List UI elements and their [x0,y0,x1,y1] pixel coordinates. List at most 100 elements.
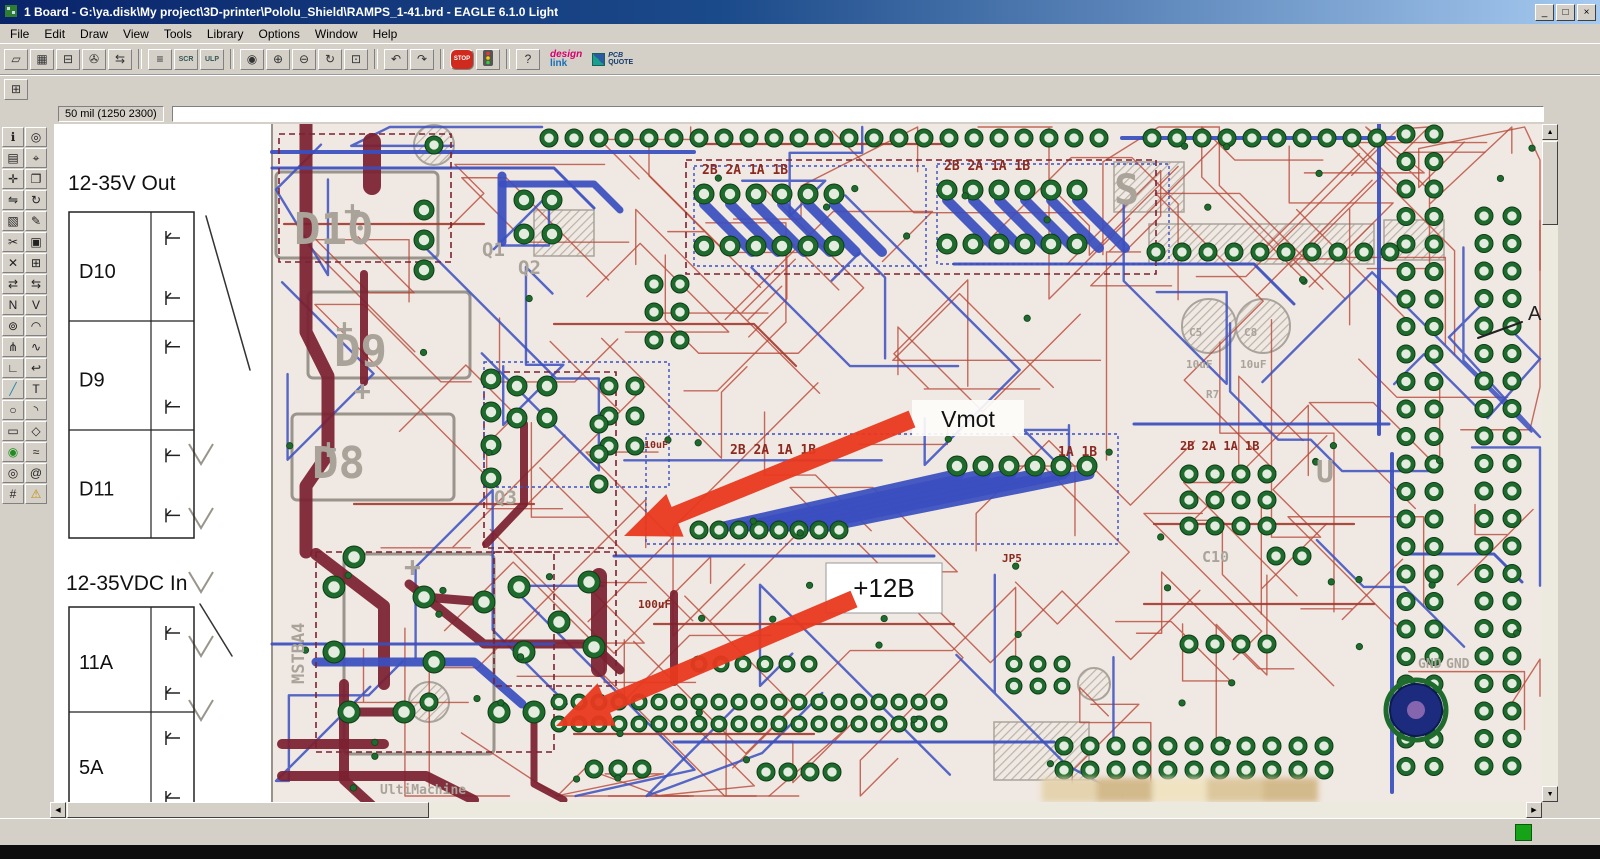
toolbar-separator [230,49,234,69]
menu-edit[interactable]: Edit [37,25,73,43]
attribute-tool[interactable]: @ [25,463,47,483]
value-tool[interactable]: V [25,295,47,315]
scroll-right-button[interactable]: ▶ [1526,802,1542,818]
smash-tool[interactable]: ⊚ [2,316,24,336]
group-tool[interactable]: ▧ [2,211,24,231]
save-button[interactable]: ▦ [30,49,54,70]
designlink-logo[interactable]: design link [550,50,582,68]
svg-text:Q3: Q3 [494,487,517,509]
svg-text:Q2: Q2 [518,257,541,279]
split-tool[interactable]: ⋔ [2,337,24,357]
ripup-tool[interactable]: ↩ [25,358,47,378]
vertical-scrollbar[interactable]: ▲ ▼ [1542,124,1558,802]
horizontal-scroll-thumb[interactable] [67,802,429,818]
board-canvas-wrap[interactable]: D10D9D8Q1Q2Q3SUMSTBA4UltiMachineGNDGNDC1… [54,124,1542,802]
command-line-input[interactable] [172,106,1544,122]
cut-tool[interactable]: ✂ [2,232,24,252]
optimize-tool[interactable]: ∿ [25,337,47,357]
show-tool[interactable]: ◎ [25,127,47,147]
svg-text:10uF: 10uF [644,440,668,451]
via-tool[interactable]: ◉ [2,442,24,462]
scroll-up-button[interactable]: ▲ [1542,124,1558,140]
signal-tool[interactable]: ≈ [25,442,47,462]
svg-text:D9: D9 [79,370,105,392]
wire-tool[interactable]: ╱ [2,379,24,399]
menu-view[interactable]: View [116,25,157,43]
parameter-toolbar: ⊞ [0,74,1600,104]
board-canvas[interactable]: D10D9D8Q1Q2Q3SUMSTBA4UltiMachineGNDGNDC1… [54,124,1542,802]
scroll-left-button[interactable]: ◀ [50,802,66,818]
zoom-fit-button[interactable]: ◉ [240,49,264,70]
toolbar-buttons: ▱▦⊟✇⇆ ≡SCRULP ◉⊕⊖↻⊡ ↶↷ STOP? [4,49,540,70]
svg-text:1A 1B: 1A 1B [1058,445,1097,460]
polygon-tool[interactable]: ◇ [25,421,47,441]
close-button[interactable]: × [1577,4,1596,21]
svg-text:5A: 5A [79,757,104,779]
display-tool[interactable]: ▤ [2,148,24,168]
undo-button[interactable]: ↶ [384,49,408,70]
svg-text:U: U [1316,455,1334,490]
rect-tool[interactable]: ▭ [2,421,24,441]
redo-button[interactable]: ↷ [410,49,434,70]
print-button[interactable]: ⊟ [56,49,80,70]
vertical-scroll-track[interactable] [1542,140,1558,786]
horizontal-scrollbar[interactable]: ◀ ▶ [50,802,1542,818]
menu-window[interactable]: Window [308,25,366,43]
mark-tool[interactable]: ⌖ [25,148,47,168]
run-script-button[interactable]: SCR [174,49,198,70]
pinswap-tool[interactable]: ⇄ [2,274,24,294]
pcbquote-logo[interactable]: PCB QUOTE [592,52,633,66]
stop-button[interactable]: STOP [450,49,474,70]
zoom-in-button[interactable]: ⊕ [266,49,290,70]
rotate-tool[interactable]: ↻ [25,190,47,210]
paste-tool[interactable]: ▣ [25,232,47,252]
minimize-button[interactable]: _ [1535,4,1554,21]
circle-tool[interactable]: ○ [2,400,24,420]
zoom-out-button[interactable]: ⊖ [292,49,316,70]
name-tool[interactable]: N [2,295,24,315]
menu-file[interactable]: File [3,25,37,43]
errors-tool[interactable]: ⚠ [25,484,47,504]
mirror-tool[interactable]: ⇋ [2,190,24,210]
arc-tool[interactable]: ◝ [25,400,47,420]
add-tool[interactable]: ⊞ [25,253,47,273]
menu-library[interactable]: Library [200,25,252,43]
delete-tool[interactable]: ✕ [2,253,24,273]
run-ulp-button[interactable]: ULP [200,49,224,70]
move-tool[interactable]: ✛ [2,169,24,189]
scroll-down-button[interactable]: ▼ [1542,786,1558,802]
vertical-scroll-thumb[interactable] [1542,141,1558,225]
svg-text:D10: D10 [294,204,373,255]
menu-tools[interactable]: Tools [157,25,200,43]
change-tool[interactable]: ✎ [25,211,47,231]
ratsnest-tool[interactable]: # [2,484,24,504]
route-tool[interactable]: ∟ [2,358,24,378]
replace-tool[interactable]: ⇆ [25,274,47,294]
scroll-corner [0,802,50,818]
hole-tool[interactable]: ◎ [2,463,24,483]
designlink-line2: link [550,59,582,68]
board-schematic-toggle-button[interactable]: ⇆ [108,49,132,70]
run-traffic-button[interactable] [476,49,500,70]
horizontal-scroll-track[interactable] [66,802,1526,818]
hscroll-right-filler [1542,802,1600,818]
zoom-select-button[interactable]: ⊡ [344,49,368,70]
svg-text:+: + [404,550,421,583]
maximize-button[interactable]: □ [1556,4,1575,21]
menubar: FileEditDrawViewToolsLibraryOptionsWindo… [0,24,1600,43]
open-button[interactable]: ▱ [4,49,28,70]
info-tool[interactable]: ℹ [2,127,24,147]
text-tool[interactable]: T [25,379,47,399]
menu-options[interactable]: Options [252,25,308,43]
help-button[interactable]: ? [516,49,540,70]
grid-button[interactable]: ⊞ [4,79,28,100]
svg-text:GND: GND [1446,657,1470,672]
menu-draw[interactable]: Draw [73,25,116,43]
toolbar-separator [506,49,510,69]
zoom-redraw-button[interactable]: ↻ [318,49,342,70]
copy-tool[interactable]: ❐ [25,169,47,189]
use-library-button[interactable]: ≡ [148,49,172,70]
cam-processor-button[interactable]: ✇ [82,49,106,70]
miter-tool[interactable]: ◠ [25,316,47,336]
menu-help[interactable]: Help [366,25,406,43]
